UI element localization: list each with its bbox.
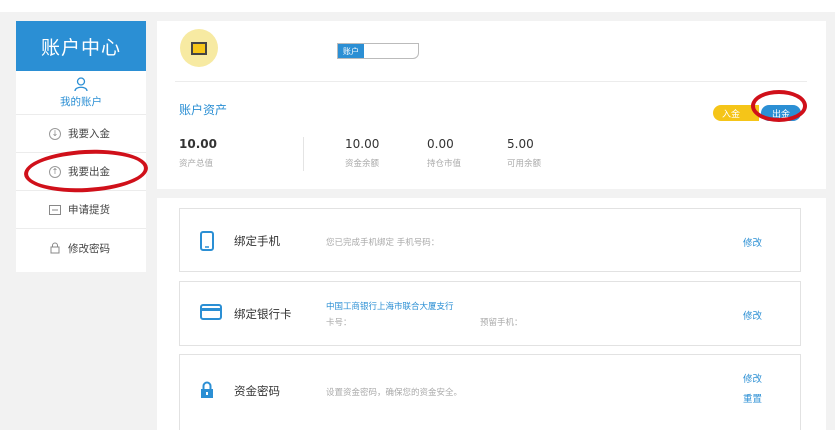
- stat-total-label: 资产总值: [179, 159, 214, 169]
- sidebar-item-label: 我要入金: [68, 128, 110, 140]
- wallet-icon: [191, 41, 207, 55]
- bank-name: 中国工商银行上海市联合大厦支行: [326, 302, 454, 312]
- fund-password-card: 资金密码 设置资金密码，确保您的资金安全。 修改 重置: [179, 354, 801, 430]
- sidebar-item-label: 我的账户: [60, 96, 102, 108]
- top-strip: [0, 0, 835, 12]
- card-title: 绑定手机: [234, 234, 280, 248]
- card-title: 绑定银行卡: [234, 307, 292, 321]
- card-number-label: 卡号：: [326, 318, 352, 328]
- stat-total: 10.00 资产总值: [179, 137, 217, 169]
- account-tag: 账户: [337, 43, 419, 59]
- lock-icon: [49, 242, 61, 254]
- sidebar-item-withdraw[interactable]: ↑ 我要出金: [16, 153, 146, 191]
- sidebar: 账户中心 我的账户 ↓ 我要入金 ↑ 我要出金 申请提货 修改密码: [16, 21, 146, 272]
- stat-position: 0.00 持仓市值: [427, 137, 461, 169]
- card-desc: 设置资金密码，确保您的资金安全。: [326, 388, 463, 398]
- stat-balance: 10.00 资金余额: [345, 137, 379, 169]
- stat-available-label: 可用余额: [507, 159, 542, 169]
- stat-available: 5.00 可用余额: [507, 137, 541, 169]
- account-tag-label: 账户: [338, 44, 364, 58]
- sidebar-title: 账户中心: [16, 21, 146, 71]
- sidebar-item-my-account[interactable]: 我的账户: [16, 71, 146, 115]
- stat-available-value: 5.00: [507, 137, 534, 151]
- arrow-up-circle-icon: ↑: [49, 165, 61, 178]
- modify-phone-link[interactable]: 修改: [743, 235, 762, 249]
- stat-position-value: 0.00: [427, 137, 454, 151]
- modify-password-link[interactable]: 修改: [743, 371, 762, 385]
- phone-icon: [200, 231, 214, 255]
- user-icon: [73, 76, 89, 92]
- main-panel: 账户 账户资产 入金 出金 10.00 资产总值 10.00 资金余额 0.00…: [157, 21, 826, 430]
- bind-bank-card: 绑定银行卡 中国工商银行上海市联合大厦支行 卡号： 预留手机： 修改: [179, 281, 801, 346]
- deposit-button[interactable]: 入金: [713, 105, 759, 121]
- assets-title: 账户资产: [179, 103, 228, 117]
- stat-position-label: 持仓市值: [427, 159, 462, 169]
- card-title: 资金密码: [234, 384, 280, 398]
- bank-card-icon: [200, 304, 222, 324]
- withdraw-button[interactable]: 出金: [761, 105, 801, 121]
- card-desc: 您已完成手机绑定 手机号码：: [326, 238, 440, 248]
- modify-bank-link[interactable]: 修改: [743, 308, 762, 322]
- stat-total-value: 10.00: [179, 137, 217, 151]
- sidebar-item-label: 修改密码: [68, 242, 110, 255]
- sidebar-item-deposit[interactable]: ↓ 我要入金: [16, 115, 146, 153]
- divider: [175, 81, 807, 82]
- section-gap: [157, 189, 826, 198]
- reset-password-link[interactable]: 重置: [743, 391, 762, 405]
- stat-balance-label: 资金余额: [345, 159, 380, 169]
- document-icon: [49, 204, 61, 216]
- arrow-down-circle-icon: ↓: [49, 127, 61, 140]
- stat-balance-value: 10.00: [345, 137, 380, 151]
- bind-phone-card: 绑定手机 您已完成手机绑定 手机号码： 修改: [179, 208, 801, 272]
- avatar: [180, 29, 218, 67]
- lock-icon: [200, 381, 214, 403]
- sidebar-item-change-password[interactable]: 修改密码: [16, 229, 146, 267]
- sidebar-item-label: 我要出金: [68, 166, 110, 178]
- sidebar-item-label: 申请提货: [68, 204, 110, 216]
- stat-separator: [303, 137, 304, 171]
- sidebar-item-pickup[interactable]: 申请提货: [16, 191, 146, 229]
- reserved-phone-label: 预留手机：: [480, 318, 523, 328]
